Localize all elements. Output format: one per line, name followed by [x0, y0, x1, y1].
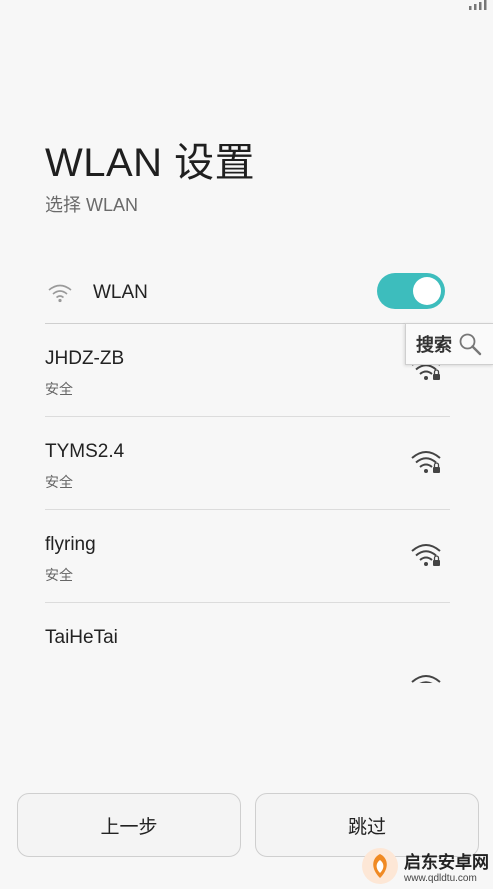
wlan-toggle-switch[interactable] — [377, 273, 445, 309]
search-label: 搜索 — [416, 335, 452, 355]
network-security: 安全 — [45, 474, 73, 490]
magnifier-icon — [459, 333, 482, 356]
network-item-jhdz-zb[interactable]: JHDZ-ZB 安全 — [45, 324, 450, 417]
signal-strength-icon — [469, 0, 487, 10]
wifi-lock-icon — [411, 675, 441, 683]
network-ssid: TYMS2.4 — [45, 441, 125, 462]
wifi-icon — [48, 284, 72, 303]
network-ssid: TaiHeTai — [45, 627, 118, 648]
watermark-logo-icon — [362, 848, 398, 884]
network-item-tyms2-4[interactable]: TYMS2.4 安全 — [45, 417, 450, 510]
wifi-lock-icon — [411, 451, 441, 473]
toggle-knob — [413, 277, 441, 305]
network-item-taihetai[interactable]: TaiHeTai — [45, 603, 450, 683]
network-ssid: flyring — [45, 534, 96, 555]
watermark-title: 启东安卓网 — [404, 853, 489, 872]
page-title: WLAN 设置 — [45, 141, 256, 185]
watermark: 启东安卓网 www.qdldtu.com — [360, 843, 493, 889]
wlan-label: WLAN — [93, 282, 148, 303]
watermark-url: www.qdldtu.com — [404, 873, 477, 884]
wifi-lock-icon — [411, 544, 441, 566]
network-security: 安全 — [45, 567, 73, 583]
network-list: JHDZ-ZB 安全 TYMS2.4 安全 flyring 安全 TaiHeTa… — [45, 324, 450, 683]
network-ssid: JHDZ-ZB — [45, 348, 125, 369]
search-button[interactable]: 搜索 — [405, 323, 493, 365]
network-security: 安全 — [45, 381, 73, 397]
wlan-toggle-row[interactable]: WLAN — [45, 268, 450, 318]
prev-step-button[interactable]: 上一步 — [17, 793, 241, 857]
page-subtitle: 选择 WLAN — [45, 195, 139, 215]
network-item-flyring[interactable]: flyring 安全 — [45, 510, 450, 603]
